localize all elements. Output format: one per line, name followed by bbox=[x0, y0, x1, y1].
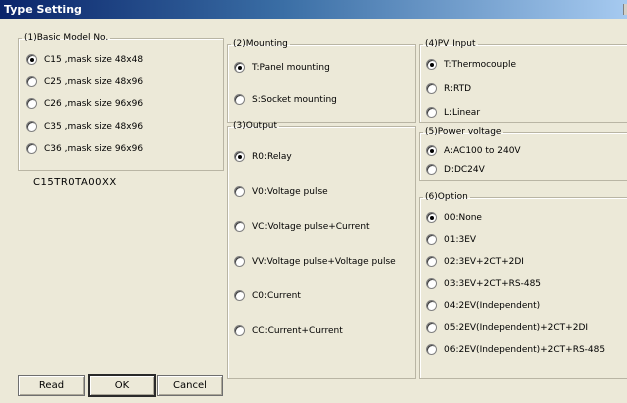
radio-icon bbox=[426, 344, 437, 355]
radio-label: 05:2EV(Independent)+2CT+2DI bbox=[444, 322, 589, 333]
radio-icon bbox=[426, 256, 437, 267]
radio-option-01[interactable]: 01:3EV bbox=[426, 234, 476, 245]
type-setting-window: Type Setting (1)Basic Model No. C15 ,mas… bbox=[0, 0, 627, 403]
radio-option-05[interactable]: 05:2EV(Independent)+2CT+2DI bbox=[426, 322, 588, 333]
radio-label: 04:2EV(Independent) bbox=[444, 300, 541, 311]
radio-option-06[interactable]: 06:2EV(Independent)+2CT+RS-485 bbox=[426, 344, 605, 355]
group-pv-input-legend: (4)PV Input bbox=[425, 39, 476, 49]
radio-icon bbox=[234, 290, 245, 301]
radio-icon bbox=[234, 94, 245, 105]
radio-icon bbox=[26, 143, 37, 154]
radio-label: VV:Voltage pulse+Voltage pulse bbox=[252, 256, 396, 267]
radio-label: T:Thermocouple bbox=[444, 59, 517, 70]
read-button[interactable]: Read bbox=[18, 375, 85, 396]
radio-label: L:Linear bbox=[444, 107, 481, 118]
radio-label: D:DC24V bbox=[444, 164, 485, 175]
group-output-legend: (3)Output bbox=[233, 121, 278, 131]
radio-output-vv[interactable]: VV:Voltage pulse+Voltage pulse bbox=[234, 256, 396, 267]
window-title: Type Setting bbox=[4, 3, 82, 16]
radio-output-r0[interactable]: R0:Relay bbox=[234, 151, 292, 162]
radio-label: C15 ,mask size 48x48 bbox=[44, 54, 144, 65]
radio-icon bbox=[426, 107, 437, 118]
group-power-voltage-legend: (5)Power voltage bbox=[425, 127, 502, 137]
radio-label: C25 ,mask size 48x96 bbox=[44, 76, 144, 87]
radio-label: C0:Current bbox=[252, 290, 301, 301]
group-basic-model: (1)Basic Model No. C15 ,mask size 48x48 … bbox=[18, 33, 224, 171]
radio-pv-thermocouple[interactable]: T:Thermocouple bbox=[426, 59, 516, 70]
close-icon[interactable] bbox=[623, 4, 627, 15]
radio-icon bbox=[426, 278, 437, 289]
ok-button[interactable]: OK bbox=[88, 374, 156, 397]
radio-label: 06:2EV(Independent)+2CT+RS-485 bbox=[444, 344, 606, 355]
group-basic-model-legend: (1)Basic Model No. bbox=[24, 33, 109, 43]
radio-icon bbox=[26, 121, 37, 132]
radio-icon bbox=[26, 76, 37, 87]
radio-option-02[interactable]: 02:3EV+2CT+2DI bbox=[426, 256, 524, 267]
radio-label: 00:None bbox=[444, 212, 482, 223]
radio-label: 02:3EV+2CT+2DI bbox=[444, 256, 524, 267]
radio-label: 03:3EV+2CT+RS-485 bbox=[444, 278, 542, 289]
group-option: (6)Option 00:None 01:3EV 02:3EV+2CT+2DI … bbox=[419, 192, 627, 379]
radio-label: C26 ,mask size 96x96 bbox=[44, 98, 144, 109]
radio-label: A:AC100 to 240V bbox=[444, 145, 521, 156]
group-power-voltage: (5)Power voltage A:AC100 to 240V D:DC24V bbox=[419, 127, 627, 181]
radio-mounting-panel[interactable]: T:Panel mounting bbox=[234, 62, 330, 73]
radio-checked-icon bbox=[426, 145, 437, 156]
group-output: (3)Output R0:Relay V0:Voltage pulse VC:V… bbox=[227, 121, 416, 379]
radio-label: C36 ,mask size 96x96 bbox=[44, 143, 144, 154]
radio-pv-linear[interactable]: L:Linear bbox=[426, 107, 480, 118]
radio-label: R0:Relay bbox=[252, 151, 292, 162]
model-code-display: C15TR0TA00XX bbox=[33, 177, 117, 188]
group-mounting-legend: (2)Mounting bbox=[233, 39, 288, 49]
radio-checked-icon bbox=[426, 59, 437, 70]
radio-basic-model-c15[interactable]: C15 ,mask size 48x48 bbox=[26, 54, 143, 65]
radio-icon bbox=[426, 234, 437, 245]
radio-checked-icon bbox=[26, 54, 37, 65]
radio-icon bbox=[234, 221, 245, 232]
radio-label: 01:3EV bbox=[444, 234, 477, 245]
radio-checked-icon bbox=[426, 212, 437, 223]
radio-output-v0[interactable]: V0:Voltage pulse bbox=[234, 186, 328, 197]
radio-icon bbox=[26, 98, 37, 109]
radio-power-ac[interactable]: A:AC100 to 240V bbox=[426, 145, 521, 156]
radio-icon bbox=[234, 186, 245, 197]
radio-label: CC:Current+Current bbox=[252, 325, 343, 336]
radio-label: V0:Voltage pulse bbox=[252, 186, 328, 197]
radio-icon bbox=[234, 325, 245, 336]
radio-icon bbox=[426, 322, 437, 333]
radio-icon bbox=[426, 164, 437, 175]
radio-label: R:RTD bbox=[444, 83, 472, 94]
radio-basic-model-c36[interactable]: C36 ,mask size 96x96 bbox=[26, 143, 143, 154]
radio-basic-model-c25[interactable]: C25 ,mask size 48x96 bbox=[26, 76, 143, 87]
cancel-button[interactable]: Cancel bbox=[157, 375, 223, 396]
radio-option-00[interactable]: 00:None bbox=[426, 212, 482, 223]
radio-basic-model-c26[interactable]: C26 ,mask size 96x96 bbox=[26, 98, 143, 109]
radio-label: C35 ,mask size 48x96 bbox=[44, 121, 144, 132]
radio-output-cc[interactable]: CC:Current+Current bbox=[234, 325, 343, 336]
dialog-client-area: (1)Basic Model No. C15 ,mask size 48x48 … bbox=[0, 19, 627, 403]
radio-icon bbox=[234, 256, 245, 267]
title-bar[interactable]: Type Setting bbox=[0, 0, 627, 19]
radio-pv-rtd[interactable]: R:RTD bbox=[426, 83, 471, 94]
radio-basic-model-c35[interactable]: C35 ,mask size 48x96 bbox=[26, 121, 143, 132]
radio-label: T:Panel mounting bbox=[252, 62, 330, 73]
radio-icon bbox=[426, 83, 437, 94]
group-option-legend: (6)Option bbox=[425, 192, 468, 202]
radio-option-04[interactable]: 04:2EV(Independent) bbox=[426, 300, 540, 311]
radio-icon bbox=[426, 300, 437, 311]
radio-label: VC:Voltage pulse+Current bbox=[252, 221, 370, 232]
radio-mounting-socket[interactable]: S:Socket mounting bbox=[234, 94, 337, 105]
group-mounting: (2)Mounting T:Panel mounting S:Socket mo… bbox=[227, 39, 416, 123]
radio-output-vc[interactable]: VC:Voltage pulse+Current bbox=[234, 221, 370, 232]
group-pv-input: (4)PV Input T:Thermocouple R:RTD L:Linea… bbox=[419, 39, 627, 123]
radio-label: S:Socket mounting bbox=[252, 94, 337, 105]
radio-power-dc[interactable]: D:DC24V bbox=[426, 164, 485, 175]
radio-output-c0[interactable]: C0:Current bbox=[234, 290, 301, 301]
radio-option-03[interactable]: 03:3EV+2CT+RS-485 bbox=[426, 278, 541, 289]
radio-checked-icon bbox=[234, 62, 245, 73]
radio-checked-icon bbox=[234, 151, 245, 162]
